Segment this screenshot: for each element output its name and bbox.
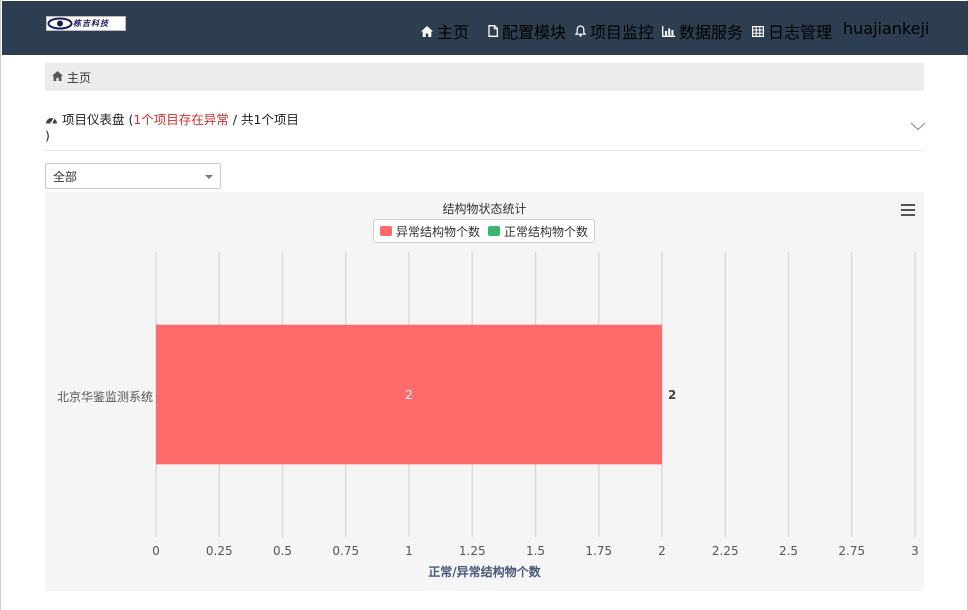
top-navbar: 栋吉科技 主页 配置模块 项目监控 数据服务 日志管理 huajiankeji [2,1,968,55]
category-label: 北京华鉴监测系统 [56,390,153,404]
nav-label-logs: 日志管理 [768,23,833,42]
page-frame: 栋吉科技 主页 配置模块 项目监控 数据服务 日志管理 huajiankeji … [0,0,968,610]
nav-label-config: 配置模块 [502,23,567,42]
user-name: huajiankeji [843,19,930,38]
eye-logo-icon [47,17,73,30]
bar-value-label: 2 [405,387,413,402]
project-filter-select[interactable]: 全部 [45,163,221,189]
file-icon [488,25,498,37]
chevron-down-icon[interactable] [910,116,926,135]
chart-canvas [155,252,916,537]
chart-menu-icon[interactable] [901,204,915,216]
table-icon [752,25,764,37]
dashboard-title: 项目仪表盘 (1个项目存在异常 / 共1个项目 ) [45,112,305,143]
nav-item-monitor[interactable]: 项目监控 [575,19,654,43]
legend-label-abnormal: 异常结构物个数 [396,224,481,239]
legend-item-abnormal[interactable]: 异常结构物个数 [380,223,480,240]
bell-icon [575,25,586,37]
legend-item-normal[interactable]: 正常结构物个数 [488,223,588,240]
nav-label-data: 数据服务 [679,23,744,42]
structure-status-chart: 结构物状态统计 异常结构物个数 正常结构物个数 北京华鉴监测系统 0 0.25 0.… [45,192,924,591]
chart-legend: 异常结构物个数 正常结构物个数 [373,219,595,243]
breadcrumb: 主页 [45,63,924,91]
logo-text: 栋吉科技 [73,18,109,28]
panel-divider [45,150,924,151]
breadcrumb-home-link[interactable]: 主页 [67,69,91,86]
bar-total-label: 2 [668,387,677,402]
nav-label-home: 主页 [437,23,470,42]
home-icon [421,25,433,37]
brand-logo[interactable]: 栋吉科技 [46,16,126,31]
caret-down-icon [205,175,213,179]
chart-title: 结构物状态统计 [442,202,527,216]
nav-item-home[interactable]: 主页 [421,19,469,43]
dashboard-warning: 1个项目存在异常 [133,112,229,127]
x-tick-label: 1.5 [525,544,546,558]
x-axis-title: 正常/异常结构物个数 [428,565,541,579]
dashboard-gauge-icon [45,113,58,128]
x-tick-label: 2.25 [711,544,739,558]
nav-label-monitor: 项目监控 [590,23,655,42]
x-tick-label: 0.5 [272,544,293,558]
x-tick-label: 2 [658,544,666,558]
x-tick-label: 0.75 [332,544,360,558]
legend-swatch-normal [488,226,501,236]
x-tick-label: 2.5 [778,544,799,558]
x-tick-label: 0 [152,544,160,558]
x-tick-label: 0.25 [205,544,233,558]
dashboard-title-prefix: 项目仪表盘 ( [61,112,134,127]
project-filter-value: 全部 [53,169,78,184]
x-tick-label: 1.75 [585,544,613,558]
nav-item-logs[interactable]: 日志管理 [752,19,832,43]
legend-label-normal: 正常结构物个数 [504,224,589,239]
x-tick-label: 1.25 [458,544,486,558]
bar-chart-icon [662,25,675,37]
legend-swatch-abnormal [380,226,392,236]
nav-item-config[interactable]: 配置模块 [488,19,566,43]
x-tick-label: 3 [911,544,919,558]
x-tick-label: 1 [405,544,413,558]
nav-item-data[interactable]: 数据服务 [662,19,743,43]
home-icon [52,70,63,84]
nav-user-menu[interactable]: huajiankeji [843,19,929,38]
x-tick-label: 2.75 [838,544,866,558]
